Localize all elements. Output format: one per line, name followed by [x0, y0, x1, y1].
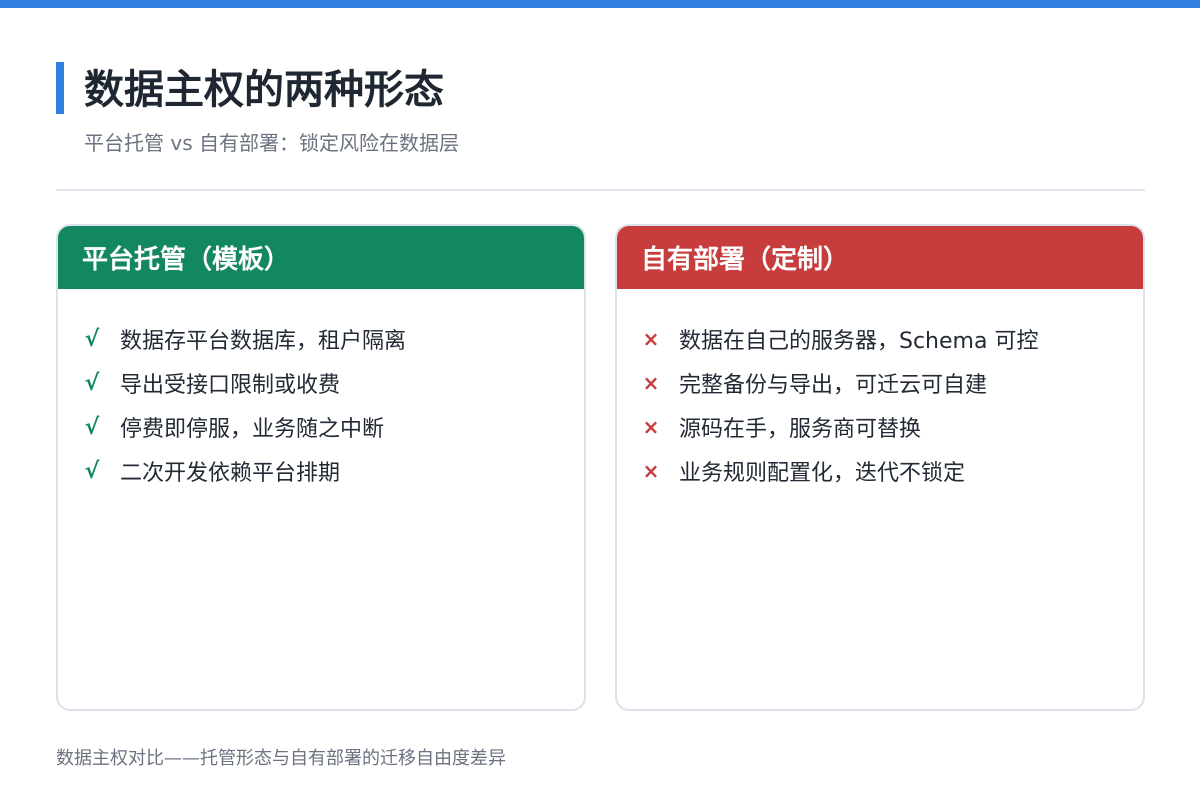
hosted-list: √ 数据存平台数据库，租户隔离 √ 导出受接口限制或收费 √ 停费即停服，业务随…	[58, 289, 584, 493]
hosted-card: 平台托管（模板） √ 数据存平台数据库，租户隔离 √ 导出受接口限制或收费 √ …	[56, 224, 586, 711]
list-item: √ 停费即停服，业务随之中断	[58, 405, 584, 449]
self-hosted-card-title: 自有部署（定制）	[617, 226, 1143, 289]
figure-caption: 数据主权对比——托管形态与自有部署的迁移自由度差异	[56, 748, 506, 769]
list-item-text: 导出受接口限制或收费	[120, 373, 341, 398]
list-item: √ 导出受接口限制或收费	[58, 361, 584, 405]
cross-icon: ×	[642, 459, 660, 483]
list-item-text: 数据在自己的服务器，Schema 可控	[679, 329, 1039, 354]
check-icon: √	[84, 326, 100, 352]
page-title: 数据主权的两种形态	[84, 67, 444, 113]
cross-icon: ×	[642, 371, 660, 395]
list-item: × 业务规则配置化，迭代不锁定	[617, 449, 1143, 493]
self-hosted-list: × 数据在自己的服务器，Schema 可控 × 完整备份与导出，可迁云可自建 ×…	[617, 289, 1143, 493]
list-item-text: 完整备份与导出，可迁云可自建	[679, 373, 988, 398]
hosted-card-title: 平台托管（模板）	[58, 226, 584, 289]
list-item-text: 停费即停服，业务随之中断	[120, 417, 385, 442]
cross-icon: ×	[642, 327, 660, 351]
list-item: √ 二次开发依赖平台排期	[58, 449, 584, 493]
title-accent-bar	[56, 62, 64, 114]
list-item-text: 源码在手，服务商可替换	[679, 417, 922, 442]
check-icon: √	[84, 414, 100, 440]
list-item: √ 数据存平台数据库，租户隔离	[58, 317, 584, 361]
page-subtitle: 平台托管 vs 自有部署：锁定风险在数据层	[84, 131, 459, 155]
self-hosted-card: 自有部署（定制） × 数据在自己的服务器，Schema 可控 × 完整备份与导出…	[615, 224, 1145, 711]
header-divider	[56, 189, 1145, 191]
list-item-text: 业务规则配置化，迭代不锁定	[679, 461, 966, 486]
list-item-text: 数据存平台数据库，租户隔离	[120, 329, 407, 354]
list-item: × 源码在手，服务商可替换	[617, 405, 1143, 449]
list-item-text: 二次开发依赖平台排期	[120, 461, 341, 486]
list-item: × 数据在自己的服务器，Schema 可控	[617, 317, 1143, 361]
check-icon: √	[84, 370, 100, 396]
check-icon: √	[84, 458, 100, 484]
cross-icon: ×	[642, 415, 660, 439]
list-item: × 完整备份与导出，可迁云可自建	[617, 361, 1143, 405]
top-accent-bar	[0, 0, 1200, 8]
